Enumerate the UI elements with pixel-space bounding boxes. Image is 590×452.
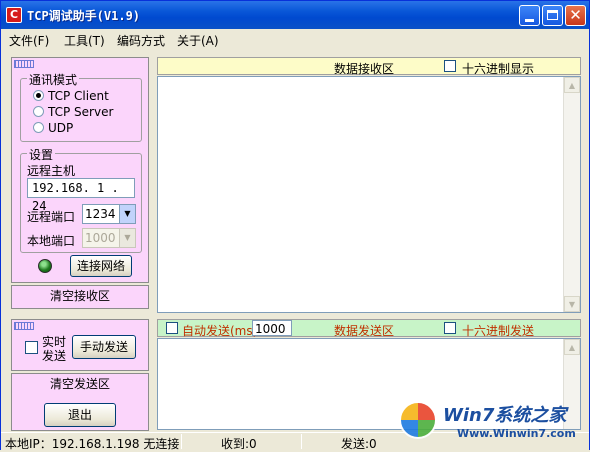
- receive-textarea[interactable]: ▲ ▼: [157, 76, 581, 313]
- settings-group: 设置 远程主机 192.168. 1 . 24 远程端口 1234 ▼ 本地端口…: [20, 146, 142, 253]
- minimize-button[interactable]: [519, 5, 540, 26]
- windows-logo-icon: [399, 401, 437, 439]
- window-title: TCP调试助手(V1.9): [27, 9, 141, 23]
- app-icon: C: [6, 7, 22, 23]
- radio-tcp-server[interactable]: TCP Server: [33, 105, 113, 119]
- clear-send-button[interactable]: 清空发送区: [38, 377, 122, 394]
- exit-button[interactable]: 退出: [44, 403, 116, 427]
- connection-status-led-icon: [38, 259, 52, 273]
- hex-send-checkbox[interactable]: [444, 322, 456, 334]
- auto-send-label: 自动发送(ms): [182, 324, 258, 338]
- local-port-select: 1000 ▼: [82, 228, 136, 248]
- menu-bar: 文件(F) 工具(T) 编码方式 关于(A): [1, 29, 589, 49]
- menu-tools[interactable]: 工具(T): [64, 32, 105, 49]
- connect-button[interactable]: 连接网络: [70, 255, 132, 277]
- maximize-icon: [547, 10, 558, 20]
- clear-receive-panel: 清空接收区: [11, 285, 149, 309]
- scroll-up-icon[interactable]: ▲: [564, 339, 580, 355]
- watermark-title: Win7系统之家: [443, 405, 567, 426]
- chevron-down-icon[interactable]: ▼: [119, 205, 135, 223]
- clear-receive-button[interactable]: 清空接收区: [38, 289, 122, 306]
- panel-grip-icon: [14, 60, 34, 68]
- receive-area-title: 数据接收区: [334, 62, 395, 76]
- receive-header: 数据接收区 十六进制显示: [157, 57, 581, 76]
- close-button[interactable]: ✕: [565, 5, 586, 26]
- status-sent: 发送:0: [341, 437, 377, 451]
- settings-title: 设置: [27, 146, 56, 163]
- status-separator: [301, 434, 302, 449]
- watermark: Win7系统之家 Www.Winwin7.com: [399, 397, 589, 447]
- receive-scrollbar[interactable]: ▲ ▼: [563, 77, 580, 312]
- watermark-url: Www.Winwin7.com: [457, 427, 576, 440]
- comm-mode-title: 通讯模式: [27, 71, 80, 88]
- send-header: 自动发送(ms) 1000 数据发送区 十六进制发送: [157, 319, 581, 338]
- close-icon: ✕: [569, 6, 582, 24]
- send-area-title: 数据发送区: [334, 324, 395, 338]
- status-separator: [181, 434, 182, 449]
- manual-send-button[interactable]: 手动发送: [72, 335, 136, 359]
- chevron-down-icon: ▼: [119, 229, 135, 247]
- remote-host-label: 远程主机: [27, 164, 76, 178]
- radio-udp[interactable]: UDP: [33, 121, 73, 135]
- remote-port-select[interactable]: 1234 ▼: [82, 204, 136, 224]
- hex-send-label: 十六进制发送: [462, 324, 535, 338]
- radio-icon: [33, 122, 44, 133]
- send-options-panel: 实时 发送 手动发送: [11, 319, 149, 371]
- radio-icon: [33, 106, 44, 117]
- auto-send-checkbox[interactable]: [166, 322, 178, 334]
- hex-display-checkbox[interactable]: [444, 60, 456, 72]
- settings-panel: 通讯模式 TCP Client TCP Server UDP 设置 远程主机 1…: [11, 57, 149, 283]
- status-local-ip: 本地IP：192.168.1.198 无连接: [5, 437, 180, 451]
- hex-display-label: 十六进制显示: [462, 62, 535, 76]
- realtime-send-checkbox[interactable]: [25, 341, 38, 354]
- menu-about[interactable]: 关于(A): [177, 32, 219, 49]
- remote-port-label: 远程端口: [27, 210, 76, 224]
- remote-host-input[interactable]: 192.168. 1 . 24: [27, 178, 135, 213]
- scroll-down-icon[interactable]: ▼: [564, 296, 580, 312]
- radio-tcp-client[interactable]: TCP Client: [33, 89, 109, 103]
- scroll-up-icon[interactable]: ▲: [564, 77, 580, 93]
- maximize-button[interactable]: [542, 5, 563, 26]
- app-window: C TCP调试助手(V1.9) ✕ 文件(F) 工具(T) 编码方式 关于(A)…: [0, 0, 590, 451]
- menu-file[interactable]: 文件(F): [9, 32, 49, 49]
- minimize-icon: [525, 19, 534, 22]
- menu-encoding[interactable]: 编码方式: [117, 32, 165, 49]
- realtime-send-label-2: 发送: [42, 349, 67, 363]
- title-bar[interactable]: C TCP调试助手(V1.9) ✕: [1, 1, 589, 29]
- send-actions-panel: 清空发送区 退出: [11, 373, 149, 431]
- local-port-label: 本地端口: [27, 234, 76, 248]
- status-received: 收到:0: [221, 437, 257, 451]
- comm-mode-group: 通讯模式 TCP Client TCP Server UDP: [20, 71, 142, 142]
- radio-checked-icon: [33, 90, 44, 101]
- auto-send-interval-input[interactable]: 1000: [252, 320, 292, 336]
- panel-grip-icon: [14, 322, 34, 330]
